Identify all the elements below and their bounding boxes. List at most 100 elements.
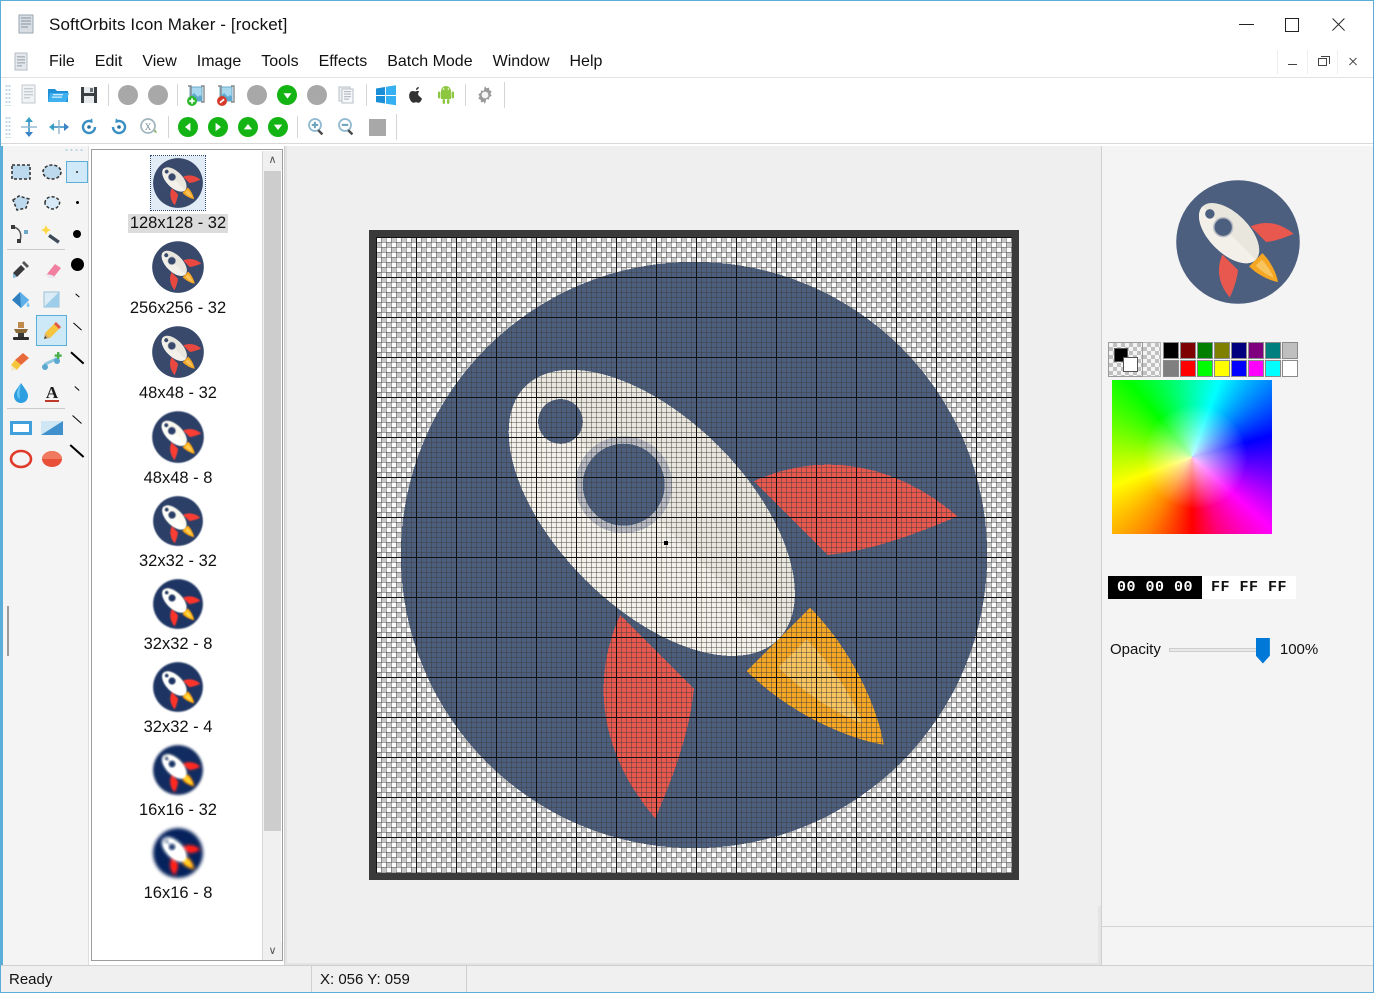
new-file-icon[interactable] [14,81,44,109]
foreground-hex-value[interactable]: 00 00 00 [1108,576,1202,599]
tool-filled-rectangle-shape[interactable] [36,412,67,443]
magnifier-minus-icon[interactable] [332,113,362,141]
green-left-arrow-icon[interactable] [173,113,203,141]
mdi-close-button[interactable] [1337,50,1367,74]
tool-color-picker[interactable] [5,253,36,284]
add-image-icon[interactable] [182,81,212,109]
palette-color-swatch[interactable] [1231,360,1247,377]
green-down-arrow-icon[interactable] [263,113,293,141]
icon-size-list-item[interactable]: 32x32 - 32 [92,488,264,571]
gray-square-icon[interactable] [362,113,392,141]
palette-color-swatch[interactable] [1214,360,1230,377]
floppy-save-icon[interactable] [74,81,104,109]
icon-thumbnail[interactable] [151,494,205,548]
rotate-ccw-icon[interactable] [74,113,104,141]
icon-list-scrollbar[interactable]: ∧ ∨ [262,151,281,961]
tool-filled-ellipse-shape[interactable] [36,443,67,474]
palette-color-swatch[interactable] [1180,360,1196,377]
palette-color-swatch[interactable] [1197,342,1213,359]
windows-logo-icon[interactable] [371,81,401,109]
scroll-up-arrow-icon[interactable]: ∧ [263,151,282,170]
green-up-arrow-icon[interactable] [233,113,263,141]
opacity-slider[interactable] [1169,648,1264,652]
open-folder-icon[interactable] [44,81,74,109]
tool-text[interactable]: A [36,377,67,408]
tool-add-node[interactable] [36,346,67,377]
palette-color-swatch[interactable] [1163,342,1179,359]
menu-batch-mode[interactable]: Batch Mode [377,50,482,74]
gray-circle-icon[interactable] [302,81,332,109]
menu-view[interactable]: View [132,50,186,74]
green-right-arrow-icon[interactable] [203,113,233,141]
tool-path-node[interactable] [5,218,36,249]
brush-size-1[interactable] [65,187,89,218]
transparent-color-swatch[interactable] [1143,342,1161,377]
icon-size-list-item[interactable]: 32x32 - 8 [92,571,264,654]
background-color-swatch[interactable] [1123,357,1138,372]
palette-color-swatch[interactable] [1163,360,1179,377]
icon-size-list-item[interactable]: 48x48 - 32 [92,318,264,403]
remove-image-icon[interactable] [212,81,242,109]
mdi-minimize-button[interactable] [1277,50,1307,74]
icon-thumbnail[interactable] [150,239,206,295]
palette-color-swatch[interactable] [1265,342,1281,359]
palette-color-swatch[interactable] [1214,342,1230,359]
minimize-button[interactable] [1223,1,1269,48]
tool-free-lasso-select[interactable] [36,187,67,218]
brush-line-4[interactable] [65,373,89,404]
tool-magic-wand[interactable] [36,218,67,249]
palette-color-swatch[interactable] [1180,342,1196,359]
rotate-cw-icon[interactable] [104,113,134,141]
icon-thumbnail[interactable] [151,156,205,210]
android-logo-icon[interactable] [431,81,461,109]
brush-line-3[interactable] [65,342,89,373]
gray-circle-icon[interactable] [113,81,143,109]
menu-tools[interactable]: Tools [251,50,308,74]
menu-file[interactable]: File [39,50,85,74]
magnifier-plus-icon[interactable] [302,113,332,141]
canvas-area[interactable] [284,146,1101,966]
icon-size-list[interactable]: 128x128 - 32256x256 - 3248x48 - 3248x48 … [91,149,283,961]
flip-vertical-icon[interactable] [14,113,44,141]
brush-line-1[interactable] [65,280,89,311]
menu-effects[interactable]: Effects [309,50,378,74]
menu-window[interactable]: Window [483,50,560,74]
palette-color-swatch[interactable] [1231,342,1247,359]
menu-help[interactable]: Help [560,50,613,74]
close-button[interactable] [1315,1,1361,48]
toolbar-grip[interactable] [5,116,11,138]
brush-line-2[interactable] [65,311,89,342]
gray-circle-icon[interactable] [143,81,173,109]
apple-logo-icon[interactable] [401,81,431,109]
brush-line-5[interactable] [65,404,89,435]
brush-size-2[interactable] [65,218,89,249]
scrollbar-thumb[interactable] [264,171,281,831]
tool-polygon-select[interactable] [5,187,36,218]
maximize-button[interactable] [1269,1,1315,48]
brush-size-3[interactable] [65,249,89,280]
tool-clone-stamp[interactable] [5,315,36,346]
menu-edit[interactable]: Edit [85,50,133,74]
tool-rectangle-shape[interactable] [5,412,36,443]
brush-line-6[interactable] [65,435,89,466]
tool-paint-brush[interactable] [5,346,36,377]
icon-size-list-item[interactable]: 32x32 - 4 [92,654,264,737]
icon-size-list-item[interactable]: 256x256 - 32 [92,233,264,318]
rotate-x-icon[interactable]: X [134,113,164,141]
tool-paint-bucket[interactable] [5,284,36,315]
icon-thumbnail[interactable] [151,826,205,880]
color-wheel-picker[interactable] [1112,380,1272,534]
green-check-circle-icon[interactable] [272,81,302,109]
icon-thumbnail[interactable] [150,324,206,380]
icon-thumbnail[interactable] [150,409,206,465]
scroll-down-arrow-icon[interactable]: ∨ [263,942,282,961]
icon-size-list-item[interactable]: 128x128 - 32 [92,150,264,233]
icon-size-list-item[interactable]: 16x16 - 32 [92,737,264,820]
tool-gradient-fill[interactable] [36,284,67,315]
tool-blur-smudge[interactable] [5,377,36,408]
opacity-slider-thumb[interactable] [1256,638,1270,664]
gear-icon[interactable] [470,81,500,109]
tool-ellipse-outline-shape[interactable] [5,443,36,474]
icon-size-list-item[interactable]: 48x48 - 8 [92,403,264,488]
tool-eraser[interactable] [36,253,67,284]
